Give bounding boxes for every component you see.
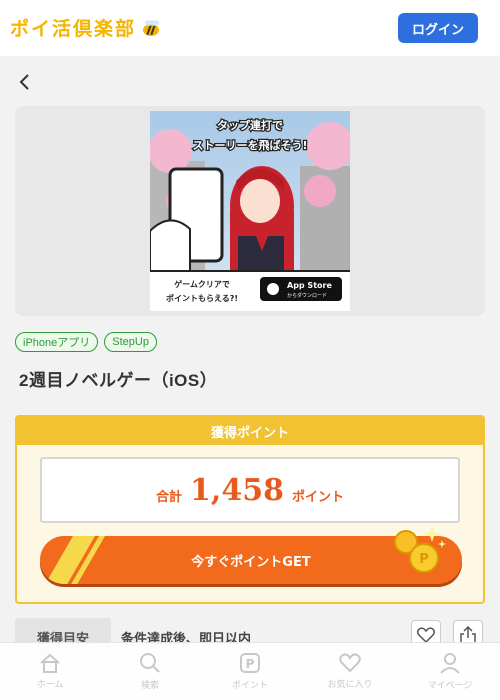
coins-icon: P (394, 526, 446, 573)
nav-search-label: 検索 (140, 681, 159, 691)
tag-platform[interactable]: iPhoneアプリ (15, 332, 99, 352)
nav-search[interactable]: 検索 (100, 643, 200, 700)
heart-icon (339, 653, 361, 673)
banner-footer-2: ポイントもらえる?! (166, 293, 238, 303)
tag-list: iPhoneアプリ StepUp (15, 332, 157, 352)
app-store-badge-title: App Store (287, 281, 332, 290)
header: ポイ活倶楽部 ログイン (0, 0, 500, 56)
home-icon (40, 653, 60, 673)
nav-mypage[interactable]: マイページ (400, 643, 500, 700)
nav-favorites-label: お気に入り (327, 680, 373, 690)
points-unit: ポイント (291, 489, 344, 505)
offer-title: 2週目ノベルゲー（iOS） (19, 371, 218, 390)
heart-icon (417, 627, 435, 643)
site-logo[interactable]: ポイ活倶楽部 (10, 14, 162, 41)
app-banner-image[interactable]: タップ連打で ストーリーを飛ばそう! ゲームクリアで ポイントもらえる?! Ap… (150, 111, 350, 311)
banner-footer-1: ゲームクリアで (174, 279, 230, 289)
point-icon: P (240, 653, 260, 673)
nav-favorites[interactable]: お気に入り (300, 643, 400, 700)
tag-type[interactable]: StepUp (104, 332, 157, 352)
login-button[interactable]: ログイン (398, 13, 478, 43)
bee-icon (143, 19, 160, 36)
nav-mypage-label: マイページ (427, 681, 473, 691)
total-points-value: 1,458 (190, 472, 284, 508)
total-label: 合計 (156, 489, 183, 505)
bottom-navigation: ホーム 検索 P ポイント お気に入り マイページ (0, 642, 500, 700)
chevron-left-icon (19, 74, 29, 90)
svg-text:P: P (246, 657, 255, 671)
apple-icon (267, 283, 279, 295)
nav-points-label: ポイント (231, 681, 268, 691)
nav-points[interactable]: P ポイント (200, 643, 300, 700)
svg-text:P: P (419, 552, 429, 567)
user-icon (440, 653, 460, 674)
nav-home[interactable]: ホーム (0, 643, 100, 700)
app-store-badge-sub: からダウンロード (287, 292, 327, 299)
nav-home-label: ホーム (36, 680, 64, 690)
search-icon (140, 653, 160, 673)
back-button[interactable] (14, 70, 34, 94)
logo-text: ポイ活倶楽部 (10, 18, 137, 40)
banner-area: タップ連打で ストーリーを飛ばそう! ゲームクリアで ポイントもらえる?! Ap… (15, 106, 485, 316)
get-points-label: 今すぐポイントGET (191, 554, 311, 570)
total-points-box: 合計 1,458 ポイント (40, 457, 460, 523)
banner-headline-1: タップ連打で (217, 118, 283, 132)
points-heading: 獲得ポイント (17, 417, 483, 445)
banner-headline-2: ストーリーを飛ばそう! (192, 138, 307, 152)
banner-illustration: タップ連打で ストーリーを飛ばそう! ゲームクリアで ポイントもらえる?! Ap… (150, 111, 350, 311)
